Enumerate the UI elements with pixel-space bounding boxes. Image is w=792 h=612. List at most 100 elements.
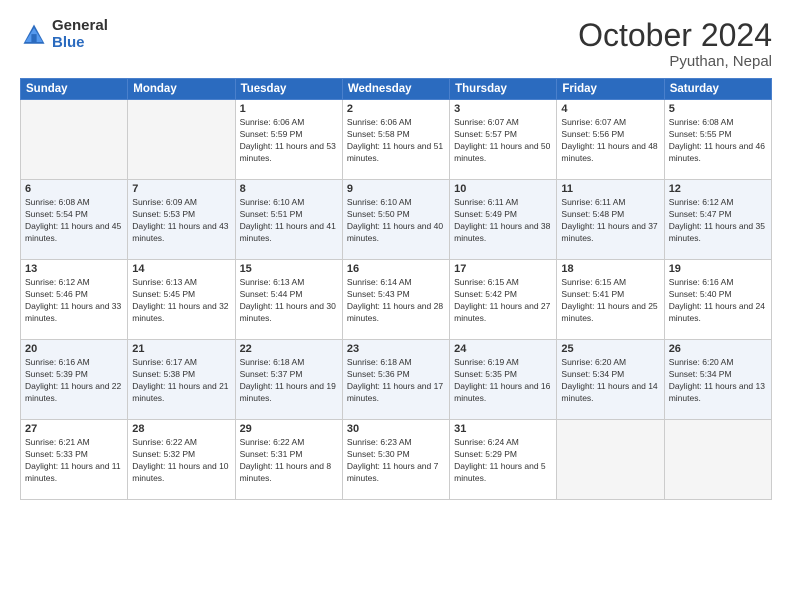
logo: General Blue (20, 18, 108, 51)
day-info: Sunrise: 6:12 AM Sunset: 5:47 PM Dayligh… (669, 197, 767, 245)
day-info: Sunrise: 6:19 AM Sunset: 5:35 PM Dayligh… (454, 357, 552, 405)
day-info: Sunrise: 6:18 AM Sunset: 5:37 PM Dayligh… (240, 357, 338, 405)
day-info: Sunrise: 6:10 AM Sunset: 5:51 PM Dayligh… (240, 197, 338, 245)
calendar-cell: 12 Sunrise: 6:12 AM Sunset: 5:47 PM Dayli… (664, 180, 771, 260)
day-number: 25 (561, 343, 659, 355)
logo-icon (20, 21, 48, 49)
day-info: Sunrise: 6:16 AM Sunset: 5:39 PM Dayligh… (25, 357, 123, 405)
day-number: 31 (454, 423, 552, 435)
day-info: Sunrise: 6:22 AM Sunset: 5:31 PM Dayligh… (240, 437, 338, 485)
calendar-cell: 28Sunrise: 6:22 AM Sunset: 5:32 PM Dayli… (128, 420, 235, 500)
day-info: Sunrise: 6:07 AM Sunset: 5:56 PM Dayligh… (561, 117, 659, 165)
day-number: 11 (561, 183, 659, 195)
day-info: Sunrise: 6:17 AM Sunset: 5:38 PM Dayligh… (132, 357, 230, 405)
title-block: October 2024 Pyuthan, Nepal (578, 18, 772, 70)
day-number: 13 (25, 263, 123, 275)
calendar-cell (664, 420, 771, 500)
calendar-week-row: 20Sunrise: 6:16 AM Sunset: 5:39 PM Dayli… (21, 340, 772, 420)
calendar-cell: 19 Sunrise: 6:16 AM Sunset: 5:40 PM Dayli… (664, 260, 771, 340)
day-number: 14 (132, 263, 230, 275)
day-number: 29 (240, 423, 338, 435)
calendar-cell: 7 Sunrise: 6:09 AM Sunset: 5:53 PM Daylig… (128, 180, 235, 260)
calendar-table: Sunday Monday Tuesday Wednesday Thursday… (20, 78, 772, 500)
day-number: 9 (347, 183, 445, 195)
day-number: 10 (454, 183, 552, 195)
day-number: 27 (25, 423, 123, 435)
day-number: 30 (347, 423, 445, 435)
day-number: 4 (561, 103, 659, 115)
calendar-cell: 31Sunrise: 6:24 AM Sunset: 5:29 PM Dayli… (450, 420, 557, 500)
day-info: Sunrise: 6:21 AM Sunset: 5:33 PM Dayligh… (25, 437, 123, 485)
day-number: 3 (454, 103, 552, 115)
day-number: 5 (669, 103, 767, 115)
day-info: Sunrise: 6:07 AM Sunset: 5:57 PM Dayligh… (454, 117, 552, 165)
calendar-cell: 25Sunrise: 6:20 AM Sunset: 5:34 PM Dayli… (557, 340, 664, 420)
calendar-week-row: 27 Sunrise: 6:21 AM Sunset: 5:33 PM Dayli… (21, 420, 772, 500)
day-number: 16 (347, 263, 445, 275)
day-info: Sunrise: 6:23 AM Sunset: 5:30 PM Dayligh… (347, 437, 445, 485)
logo-general-text: General (52, 18, 108, 35)
day-info: Sunrise: 6:22 AM Sunset: 5:32 PM Dayligh… (132, 437, 230, 485)
calendar-week-row: 1Sunrise: 6:06 AM Sunset: 5:59 PM Daylig… (21, 100, 772, 180)
calendar-cell: 3 Sunrise: 6:07 AM Sunset: 5:57 PM Daylig… (450, 100, 557, 180)
calendar-cell: 26 Sunrise: 6:20 AM Sunset: 5:34 PM Dayli… (664, 340, 771, 420)
calendar-cell: 2Sunrise: 6:06 AM Sunset: 5:58 PM Daylig… (342, 100, 449, 180)
day-info: Sunrise: 6:10 AM Sunset: 5:50 PM Dayligh… (347, 197, 445, 245)
calendar-cell: 11 Sunrise: 6:11 AM Sunset: 5:48 PM Dayli… (557, 180, 664, 260)
day-number: 7 (132, 183, 230, 195)
day-info: Sunrise: 6:14 AM Sunset: 5:43 PM Dayligh… (347, 277, 445, 325)
calendar-week-row: 6 Sunrise: 6:08 AM Sunset: 5:54 PM Daylig… (21, 180, 772, 260)
day-number: 8 (240, 183, 338, 195)
header-sunday: Sunday (21, 79, 128, 100)
header-saturday: Saturday (664, 79, 771, 100)
day-number: 18 (561, 263, 659, 275)
day-number: 26 (669, 343, 767, 355)
calendar-cell: 18Sunrise: 6:15 AM Sunset: 5:41 PM Dayli… (557, 260, 664, 340)
day-info: Sunrise: 6:11 AM Sunset: 5:48 PM Dayligh… (561, 197, 659, 245)
day-info: Sunrise: 6:16 AM Sunset: 5:40 PM Dayligh… (669, 277, 767, 325)
day-number: 19 (669, 263, 767, 275)
calendar-cell: 24 Sunrise: 6:19 AM Sunset: 5:35 PM Dayli… (450, 340, 557, 420)
page-header: General Blue October 2024 Pyuthan, Nepal (20, 18, 772, 70)
day-info: Sunrise: 6:08 AM Sunset: 5:54 PM Dayligh… (25, 197, 123, 245)
header-tuesday: Tuesday (235, 79, 342, 100)
calendar-cell: 30 Sunrise: 6:23 AM Sunset: 5:30 PM Dayli… (342, 420, 449, 500)
day-number: 24 (454, 343, 552, 355)
header-monday: Monday (128, 79, 235, 100)
day-info: Sunrise: 6:08 AM Sunset: 5:55 PM Dayligh… (669, 117, 767, 165)
day-number: 23 (347, 343, 445, 355)
day-number: 6 (25, 183, 123, 195)
calendar-cell (128, 100, 235, 180)
day-number: 2 (347, 103, 445, 115)
location-subtitle: Pyuthan, Nepal (578, 53, 772, 70)
day-number: 12 (669, 183, 767, 195)
calendar-cell: 9 Sunrise: 6:10 AM Sunset: 5:50 PM Daylig… (342, 180, 449, 260)
calendar-cell: 16 Sunrise: 6:14 AM Sunset: 5:43 PM Dayli… (342, 260, 449, 340)
day-info: Sunrise: 6:09 AM Sunset: 5:53 PM Dayligh… (132, 197, 230, 245)
calendar-cell: 6 Sunrise: 6:08 AM Sunset: 5:54 PM Daylig… (21, 180, 128, 260)
day-info: Sunrise: 6:12 AM Sunset: 5:46 PM Dayligh… (25, 277, 123, 325)
weekday-header-row: Sunday Monday Tuesday Wednesday Thursday… (21, 79, 772, 100)
day-number: 21 (132, 343, 230, 355)
calendar-cell: 20Sunrise: 6:16 AM Sunset: 5:39 PM Dayli… (21, 340, 128, 420)
calendar-cell: 14Sunrise: 6:13 AM Sunset: 5:45 PM Dayli… (128, 260, 235, 340)
calendar-cell: 27 Sunrise: 6:21 AM Sunset: 5:33 PM Dayli… (21, 420, 128, 500)
month-title: October 2024 (578, 18, 772, 53)
day-info: Sunrise: 6:18 AM Sunset: 5:36 PM Dayligh… (347, 357, 445, 405)
calendar-cell: 5 Sunrise: 6:08 AM Sunset: 5:55 PM Daylig… (664, 100, 771, 180)
calendar-cell (557, 420, 664, 500)
calendar-cell: 29 Sunrise: 6:22 AM Sunset: 5:31 PM Dayli… (235, 420, 342, 500)
calendar-cell (21, 100, 128, 180)
day-info: Sunrise: 6:20 AM Sunset: 5:34 PM Dayligh… (669, 357, 767, 405)
calendar-cell: 4 Sunrise: 6:07 AM Sunset: 5:56 PM Daylig… (557, 100, 664, 180)
logo-blue-text: Blue (52, 35, 108, 52)
header-friday: Friday (557, 79, 664, 100)
calendar-cell: 8 Sunrise: 6:10 AM Sunset: 5:51 PM Daylig… (235, 180, 342, 260)
calendar-cell: 10 Sunrise: 6:11 AM Sunset: 5:49 PM Dayli… (450, 180, 557, 260)
calendar-cell: 23 Sunrise: 6:18 AM Sunset: 5:36 PM Dayli… (342, 340, 449, 420)
day-info: Sunrise: 6:13 AM Sunset: 5:44 PM Dayligh… (240, 277, 338, 325)
day-info: Sunrise: 6:15 AM Sunset: 5:42 PM Dayligh… (454, 277, 552, 325)
calendar-cell: 15Sunrise: 6:13 AM Sunset: 5:44 PM Dayli… (235, 260, 342, 340)
day-info: Sunrise: 6:11 AM Sunset: 5:49 PM Dayligh… (454, 197, 552, 245)
day-info: Sunrise: 6:06 AM Sunset: 5:59 PM Dayligh… (240, 117, 338, 165)
